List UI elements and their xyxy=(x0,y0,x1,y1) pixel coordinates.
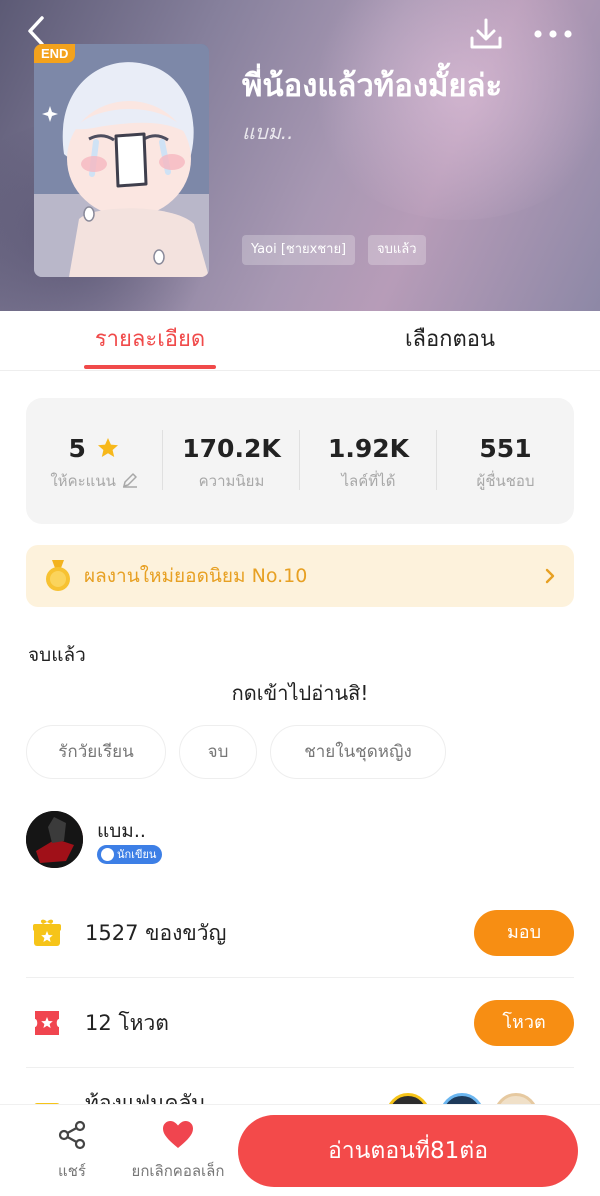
popularity-value: 170.2K xyxy=(182,434,281,463)
fans-value: 551 xyxy=(479,434,532,463)
tab-episodes-label: เลือกตอน xyxy=(404,327,496,352)
popularity-label: ความนิยม xyxy=(198,472,265,490)
bottom-bar: แชร์ ยกเลิกคอลเล็ก อ่านตอนที่81ต่อ xyxy=(0,1104,600,1196)
author-avatar[interactable] xyxy=(26,811,83,868)
header: END พี่น้องแล้วท้องมั้ยล่ะ แบม.. Yaoi [ช… xyxy=(0,0,600,311)
heart-icon xyxy=(163,1121,193,1148)
comic-author[interactable]: แบม.. xyxy=(242,116,293,148)
share-label: แชร์ xyxy=(58,1162,86,1180)
diamond-icon xyxy=(101,848,114,861)
collection-button[interactable]: ยกเลิกคอลเล็ก xyxy=(122,1119,234,1183)
tab-bar: รายละเอียด เลือกตอน xyxy=(0,311,600,371)
likes-label: ไลค์ที่ได้ xyxy=(341,472,396,490)
keyword-chip[interactable]: ชายในชุดหญิง xyxy=(270,725,446,779)
stat-likes: 1.92K ไลค์ที่ได้ xyxy=(300,398,437,524)
tab-episodes[interactable]: เลือกตอน xyxy=(360,311,540,371)
fans-label: ผู้ชื่นชอบ xyxy=(476,472,535,490)
gift-icon xyxy=(33,919,61,946)
share-button[interactable]: แชร์ xyxy=(42,1119,102,1183)
chevron-right-icon xyxy=(545,568,555,584)
more-options-icon[interactable] xyxy=(532,22,574,46)
end-badge: END xyxy=(34,44,76,63)
share-icon xyxy=(58,1120,86,1150)
keyword-chip[interactable]: จบ xyxy=(179,725,257,779)
stats-card: 5 ให้คะแนน 170.2K ความนิยม 1.92K ไลค์ที่… xyxy=(26,398,574,524)
likes-value: 1.92K xyxy=(327,434,410,463)
vote-ticket-icon xyxy=(35,1011,59,1035)
author-name[interactable]: แบม.. xyxy=(97,816,146,846)
cover-image[interactable]: END xyxy=(34,44,209,277)
pencil-icon xyxy=(122,473,137,488)
stat-rating[interactable]: 5 ให้คะแนน xyxy=(26,398,163,524)
vote-button[interactable]: โหวต xyxy=(474,1000,574,1046)
gifts-row: 1527 ของขวัญ มอบ xyxy=(26,888,574,978)
give-gift-button[interactable]: มอบ xyxy=(474,910,574,956)
rating-value: 5 xyxy=(26,434,163,463)
tab-details-label: รายละเอียด xyxy=(94,327,206,352)
keyword-chip[interactable]: รักวัยเรียน xyxy=(26,725,166,779)
stat-popularity: 170.2K ความนิยม xyxy=(163,398,300,524)
rating-label: ให้คะแนน xyxy=(26,469,163,493)
gift-count: 1527 ของขวัญ xyxy=(85,921,227,945)
ranking-text: ผลงานใหม่ยอดนิยม No.10 xyxy=(84,565,308,587)
votes-row: 12 โหวต โหวต xyxy=(26,978,574,1068)
vote-count: 12 โหวต xyxy=(85,1011,169,1035)
synopsis-text: กดเข้าไปอ่านสิ! xyxy=(231,681,369,705)
tag-genre[interactable]: Yaoi [ชายxชาย] xyxy=(242,235,356,265)
stat-fans: 551 ผู้ชื่นชอบ xyxy=(437,398,574,524)
status-text: จบแล้ว xyxy=(28,644,86,666)
cover-illustration xyxy=(34,44,209,277)
ranking-banner[interactable]: ผลงานใหม่ยอดนิยม No.10 xyxy=(26,545,574,607)
writer-badge: นักเขียน xyxy=(97,845,163,864)
comic-title: พี่น้องแล้วท้องมั้ยล่ะ xyxy=(242,68,503,104)
medal-icon xyxy=(46,560,70,591)
continue-reading-button[interactable]: อ่านตอนที่81ต่อ xyxy=(238,1115,578,1187)
active-tab-indicator xyxy=(84,365,216,369)
collection-label: ยกเลิกคอลเล็ก xyxy=(131,1162,225,1180)
star-icon xyxy=(97,438,118,457)
tag-status[interactable]: จบแล้ว xyxy=(368,235,426,265)
tab-details[interactable]: รายละเอียด xyxy=(60,311,240,371)
download-icon[interactable] xyxy=(468,16,504,52)
avatar-image xyxy=(26,811,83,868)
back-arrow-icon[interactable] xyxy=(22,14,56,48)
